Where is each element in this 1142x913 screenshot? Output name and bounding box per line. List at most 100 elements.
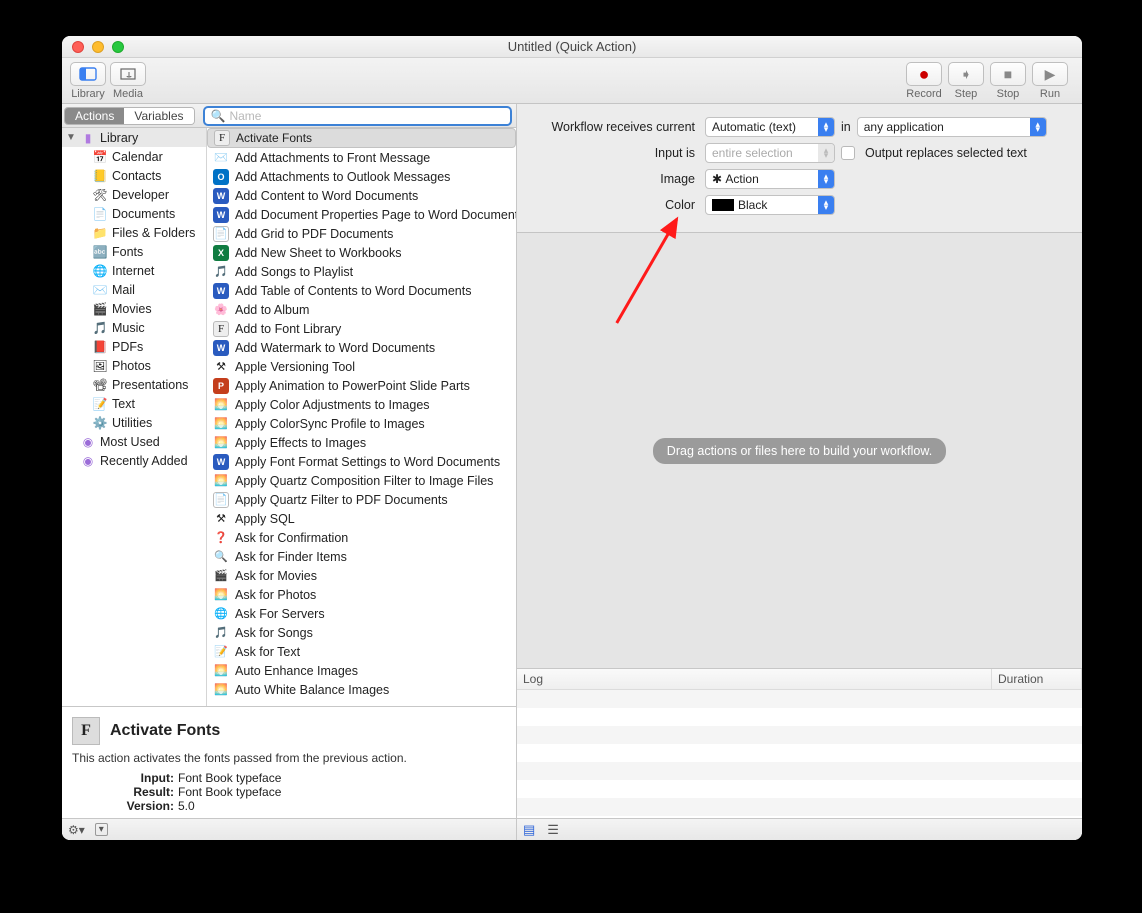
category-item[interactable]: 📁Files & Folders [62,223,206,242]
category-item[interactable]: 📄Documents [62,204,206,223]
stop-button[interactable]: ■ [990,62,1026,86]
library-label: Library [70,88,106,100]
smart-folder[interactable]: ◉Recently Added [62,451,206,470]
color-select[interactable]: Black▴▾ [705,195,835,215]
action-label: Add New Sheet to Workbooks [235,246,402,260]
category-item[interactable]: 📽Presentations [62,375,206,394]
action-icon: 📄 [213,492,229,508]
action-icon: ⚒ [213,511,229,527]
category-item[interactable]: 🎬Movies [62,299,206,318]
action-item[interactable]: 🌅 Ask for Photos [207,585,516,604]
action-item[interactable]: 🌸 Add to Album [207,300,516,319]
toggle-library-button[interactable] [70,62,106,86]
category-icon: 📕 [92,339,108,355]
action-item[interactable]: 🌅 Auto Enhance Images [207,661,516,680]
action-icon: 🌅 [213,663,229,679]
action-item[interactable]: F Activate Fonts [207,128,516,148]
action-icon: F [214,130,230,146]
action-item[interactable]: 📄 Add Grid to PDF Documents [207,224,516,243]
action-item[interactable]: 📝 Ask for Text [207,642,516,661]
application-select[interactable]: any application▴▾ [857,117,1047,137]
category-item[interactable]: ⚙️Utilities [62,413,206,432]
action-list[interactable]: F Activate Fonts ✉️ Add Attachments to F… [207,128,516,706]
duration-col-header[interactable]: Duration [992,669,1082,689]
action-label: Add Table of Contents to Word Documents [235,284,471,298]
smart-folder[interactable]: ◉Most Used [62,432,206,451]
action-item[interactable]: W Add Table of Contents to Word Document… [207,281,516,300]
action-item[interactable]: F Add to Font Library [207,319,516,338]
category-item[interactable]: 🖼Photos [62,356,206,375]
action-item[interactable]: 🌅 Auto White Balance Images [207,680,516,699]
action-item[interactable]: 🌅 Apply ColorSync Profile to Images [207,414,516,433]
log-view-icon[interactable]: ☰ [547,822,559,838]
action-item[interactable]: P Apply Animation to PowerPoint Slide Pa… [207,376,516,395]
step-button[interactable]: ➧ [948,62,984,86]
workflow-view-icon[interactable]: ▤ [523,822,535,838]
action-icon: 🌅 [213,397,229,413]
action-label: Ask for Movies [235,569,317,583]
action-label: Apply Quartz Composition Filter to Image… [235,474,493,488]
run-button[interactable]: ▶ [1032,62,1068,86]
action-item[interactable]: 📄 Apply Quartz Filter to PDF Documents [207,490,516,509]
action-item[interactable]: 🌅 Apply Color Adjustments to Images [207,395,516,414]
action-icon: W [213,188,229,204]
category-item[interactable]: 🔤Fonts [62,242,206,261]
action-item[interactable]: W Add Document Properties Page to Word D… [207,205,516,224]
action-label: Apply ColorSync Profile to Images [235,417,425,431]
output-replaces-label: Output replaces selected text [865,146,1027,160]
tab-variables[interactable]: Variables [124,108,193,124]
output-replaces-checkbox[interactable] [841,146,855,160]
action-item[interactable]: X Add New Sheet to Workbooks [207,243,516,262]
category-item[interactable]: 📒Contacts [62,166,206,185]
category-item[interactable]: 📅Calendar [62,147,206,166]
action-icon: 🌅 [213,416,229,432]
category-item[interactable]: 🌐Internet [62,261,206,280]
category-library-header[interactable]: ▼ ▮ Library [62,128,206,147]
action-label: Apple Versioning Tool [235,360,355,374]
action-icon: ⚒ [213,359,229,375]
receives-select[interactable]: Automatic (text)▴▾ [705,117,835,137]
action-item[interactable]: 🎵 Ask for Songs [207,623,516,642]
titlebar: Untitled (Quick Action) [62,36,1082,58]
search-icon: 🔍 [211,109,226,123]
log-col-header[interactable]: Log [517,669,992,689]
action-label: Add Document Properties Page to Word Doc… [235,208,516,222]
search-field[interactable]: 🔍 Name [203,106,513,126]
action-item[interactable]: 🎵 Add Songs to Playlist [207,262,516,281]
category-item[interactable]: 🛠Developer [62,185,206,204]
action-item[interactable]: 🎬 Ask for Movies [207,566,516,585]
action-label: Add Songs to Playlist [235,265,353,279]
action-item[interactable]: O Add Attachments to Outlook Messages [207,167,516,186]
record-button[interactable]: ● [906,62,942,86]
image-select[interactable]: ✱ Action▴▾ [705,169,835,189]
action-icon: F [213,321,229,337]
action-label: Ask For Servers [235,607,325,621]
action-item[interactable]: 🌐 Ask For Servers [207,604,516,623]
workflow-canvas[interactable]: Drag actions or files here to build your… [517,233,1082,668]
category-item[interactable]: 📝Text [62,394,206,413]
action-item[interactable]: 🔍 Ask for Finder Items [207,547,516,566]
category-item[interactable]: 🎵Music [62,318,206,337]
action-item[interactable]: W Add Content to Word Documents [207,186,516,205]
step-label: Step [955,88,978,100]
library-icon: ▮ [80,130,96,146]
action-item[interactable]: W Add Watermark to Word Documents [207,338,516,357]
action-item[interactable]: 🌅 Apply Effects to Images [207,433,516,452]
action-item[interactable]: 🌅 Apply Quartz Composition Filter to Ima… [207,471,516,490]
category-icon: 🖼 [92,358,108,374]
category-item[interactable]: ✉️Mail [62,280,206,299]
action-label: Add Attachments to Front Message [235,151,430,165]
action-item[interactable]: ⚒ Apply SQL [207,509,516,528]
toggle-media-button[interactable] [110,62,146,86]
toggle-details-icon[interactable]: ▾ [95,823,108,836]
category-list[interactable]: ▼ ▮ Library 📅Calendar 📒Contacts 🛠Develop… [62,128,207,706]
action-item[interactable]: W Apply Font Format Settings to Word Doc… [207,452,516,471]
action-item[interactable]: ⚒ Apple Versioning Tool [207,357,516,376]
action-item[interactable]: ✉️ Add Attachments to Front Message [207,148,516,167]
tab-actions[interactable]: Actions [65,108,124,124]
action-label: Apply Font Format Settings to Word Docum… [235,455,500,469]
category-item[interactable]: 📕PDFs [62,337,206,356]
action-item[interactable]: ❓ Ask for Confirmation [207,528,516,547]
action-label: Apply Effects to Images [235,436,366,450]
gear-menu-icon[interactable]: ⚙︎▾ [68,823,85,837]
